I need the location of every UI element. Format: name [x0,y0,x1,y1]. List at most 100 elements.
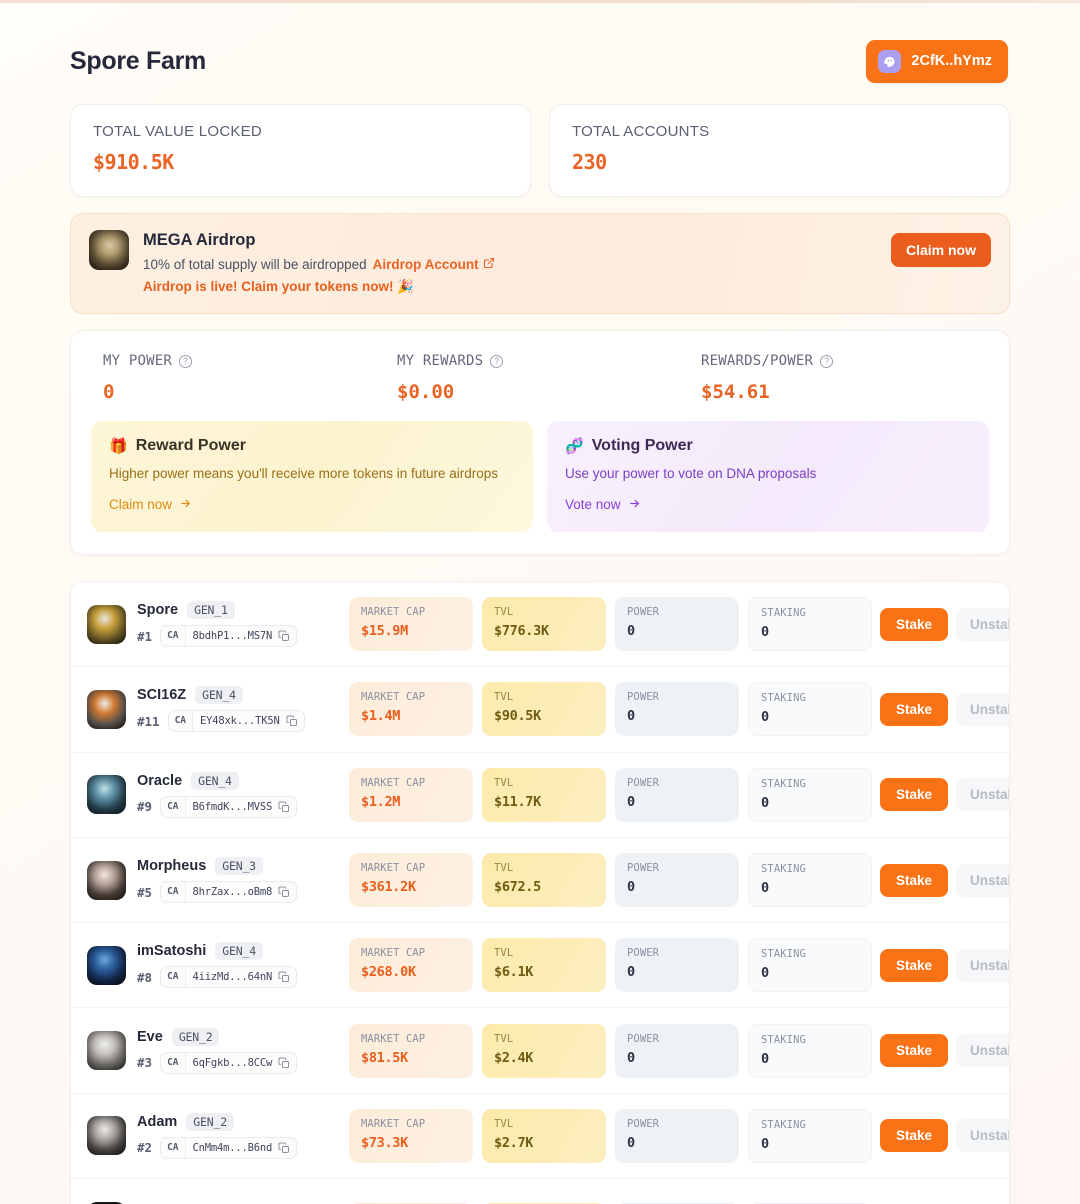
contract-address-chip[interactable]: CA 4iizMd...64nN [160,966,298,989]
metric-tvl: TVL $90.5K [482,682,606,737]
unstake-button[interactable]: Unstake [956,1034,1009,1068]
contract-address-chip[interactable]: CA CnMm4m...B6nd [160,1136,298,1159]
page-container: Spore Farm 2CfK..hYmz TOTAL VALUE LOCKED… [0,0,1080,1204]
stat-label: TOTAL VALUE LOCKED [93,123,262,140]
wallet-address-label: 2CfK..hYmz [911,53,992,69]
token-name: Spore [137,602,179,619]
token-metrics: MARKET CAP $1.4M TVL $90.5K POWER 0 STAKING 0 [349,682,872,737]
copy-icon[interactable] [286,715,304,727]
contract-address-chip[interactable]: CA 8hrZax...oBm8 [160,881,298,904]
metric-value: $672.5 [494,879,541,896]
metric-label: TVL [494,1117,514,1130]
metric-label: TVL [494,606,514,619]
metric-label: POWER [627,947,660,960]
table-row[interactable]: Adam GEN_2 #2 CA CnMm4m...B6nd MARKET CAP $73.… [71,1094,1009,1180]
stake-button[interactable]: Stake [880,1034,949,1068]
metric-label: TVL [494,947,514,960]
reward-power-title: Reward Power [135,437,246,454]
airdrop-account-link[interactable]: Airdrop Account [373,257,495,272]
token-address-line: #2 CA CnMm4m...B6nd [137,1136,298,1159]
token-rank: #5 [137,884,153,900]
copy-icon[interactable] [278,630,296,642]
copy-icon[interactable] [278,1142,296,1154]
metric-value: $15.9M [361,623,408,640]
table-row[interactable]: Eve GEN_2 #3 CA 6qFgkb...8CCw MARKET CAP $81.5… [71,1008,1009,1094]
stat-card-total-accounts: TOTAL ACCOUNTS 230 [549,104,1010,197]
wallet-button[interactable]: 2CfK..hYmz [866,39,1008,83]
token-generation-badge: GEN_4 [195,686,243,705]
token-identity: SCI16Z GEN_4 #11 CA EY48xk...TK5N [87,686,349,733]
airdrop-claim-now-button[interactable]: Claim now [890,233,991,267]
token-metrics: MARKET CAP $361.2K TVL $672.5 POWER 0 STAKING 0 [349,853,872,908]
voting-power-description: Use your power to vote on DNA proposals [565,466,817,481]
token-metrics: MARKET CAP $73.3K TVL $2.7K POWER 0 STAKING 0 [349,1108,872,1163]
stake-button[interactable]: Stake [880,1119,949,1153]
contract-address-chip[interactable]: CA 6qFgkb...8CCw [160,1051,298,1074]
contract-address-chip[interactable]: CA 8bdhP1...MS7N [160,625,298,648]
unstake-button[interactable]: Unstake [956,948,1009,982]
unstake-button[interactable]: Unstake [956,607,1009,641]
token-address-line: #9 CA B6fmdK...MVSS [137,795,298,818]
my-stat-rewards-per-power: REWARDS/POWER ? $54.61 [673,353,977,403]
unstake-button[interactable]: Unstake [956,692,1009,726]
token-metrics: MARKET CAP $81.5K TVL $2.4K POWER 0 STAKING 0 [349,1023,872,1078]
contract-address-value: CnMm4m...B6nd [192,1141,273,1154]
table-row[interactable]: Morpheus GEN_3 #5 CA 8hrZax...oBm8 MARKET CAP… [71,838,1009,924]
token-name-line: Morpheus GEN_3 [137,857,297,876]
copy-icon[interactable] [278,801,296,813]
token-address-line: #5 CA 8hrZax...oBm8 [137,881,298,904]
copy-icon[interactable] [278,971,296,983]
question-mark-icon[interactable]: ? [179,354,193,368]
metric-label: MARKET CAP [361,1117,426,1130]
reward-power-card: 🎁 Reward Power Higher power means you'll… [91,421,533,532]
metric-label: MARKET CAP [361,947,426,960]
table-row[interactable]: imSatoshi GEN_4 #8 CA 4iizMd...64nN MARKET CA… [71,923,1009,1009]
metric-value: $73.3K [361,1134,408,1151]
metric-power: POWER 0 [615,767,739,822]
stake-button[interactable]: Stake [880,863,949,897]
token-identity: Eve GEN_2 #3 CA 6qFgkb...8CCw [87,1027,349,1074]
token-generation-badge: GEN_4 [215,942,263,961]
contract-address-tag: CA [169,711,194,732]
metric-label: TVL [494,1032,514,1045]
table-row[interactable]: Oracle GEN_4 #9 CA B6fmdK...MVSS MARKET CAP $1… [71,753,1009,838]
metric-label: TVL [494,691,514,704]
row-actions: StakeUnstake [880,948,1009,982]
metric-value: 0 [761,880,769,897]
metric-label: STAKING [761,948,806,961]
voting-power-vote-link[interactable]: Vote now [565,497,641,513]
my-stat-my-power: MY POWER ? 0 [103,353,379,403]
copy-icon[interactable] [278,1057,296,1069]
metric-label: STAKING [761,692,806,705]
metric-label: POWER [627,691,660,704]
token-avatar [87,775,126,815]
question-mark-icon[interactable]: ? [820,354,834,368]
metric-tvl: TVL $672.5 [482,853,606,908]
table-row[interactable]: MARKET CAPTVLPOWERSTAKINGStakeUnstake [71,1179,1009,1204]
metric-value: 0 [627,708,635,725]
token-address-line: #1 CA 8bdhP1...MS7N [137,625,298,648]
token-meta: Adam GEN_2 #2 CA CnMm4m...B6nd [137,1112,298,1159]
metric-label: POWER [627,776,660,789]
contract-address-value: 8bdhP1...MS7N [192,630,273,643]
copy-icon[interactable] [278,886,296,898]
contract-address-chip[interactable]: CA EY48xk...TK5N [167,710,305,733]
table-row[interactable]: Spore GEN_1 #1 CA 8bdhP1...MS7N MARKET CAP $15… [71,582,1009,668]
metric-staking: STAKING 0 [748,853,872,908]
reward-power-claim-link[interactable]: Claim now [109,497,192,513]
unstake-button[interactable]: Unstake [956,778,1009,812]
unstake-button[interactable]: Unstake [956,863,1009,897]
metric-label: TVL [494,776,514,789]
unstake-button[interactable]: Unstake [956,1119,1009,1153]
metric-market-cap: MARKET CAP $1.4M [349,682,473,737]
stake-button[interactable]: Stake [880,948,949,982]
table-row[interactable]: SCI16Z GEN_4 #11 CA EY48xk...TK5N MARKET CAP $… [71,667,1009,753]
metric-value: 0 [761,794,769,811]
stake-button[interactable]: Stake [880,692,949,726]
stake-button[interactable]: Stake [880,607,949,641]
contract-address-chip[interactable]: CA B6fmdK...MVSS [160,795,298,818]
question-mark-icon[interactable]: ? [490,354,504,368]
token-list: Spore GEN_1 #1 CA 8bdhP1...MS7N MARKET CAP $15… [70,581,1010,1204]
token-name-line: Adam GEN_2 [137,1112,297,1131]
stake-button[interactable]: Stake [880,778,949,812]
